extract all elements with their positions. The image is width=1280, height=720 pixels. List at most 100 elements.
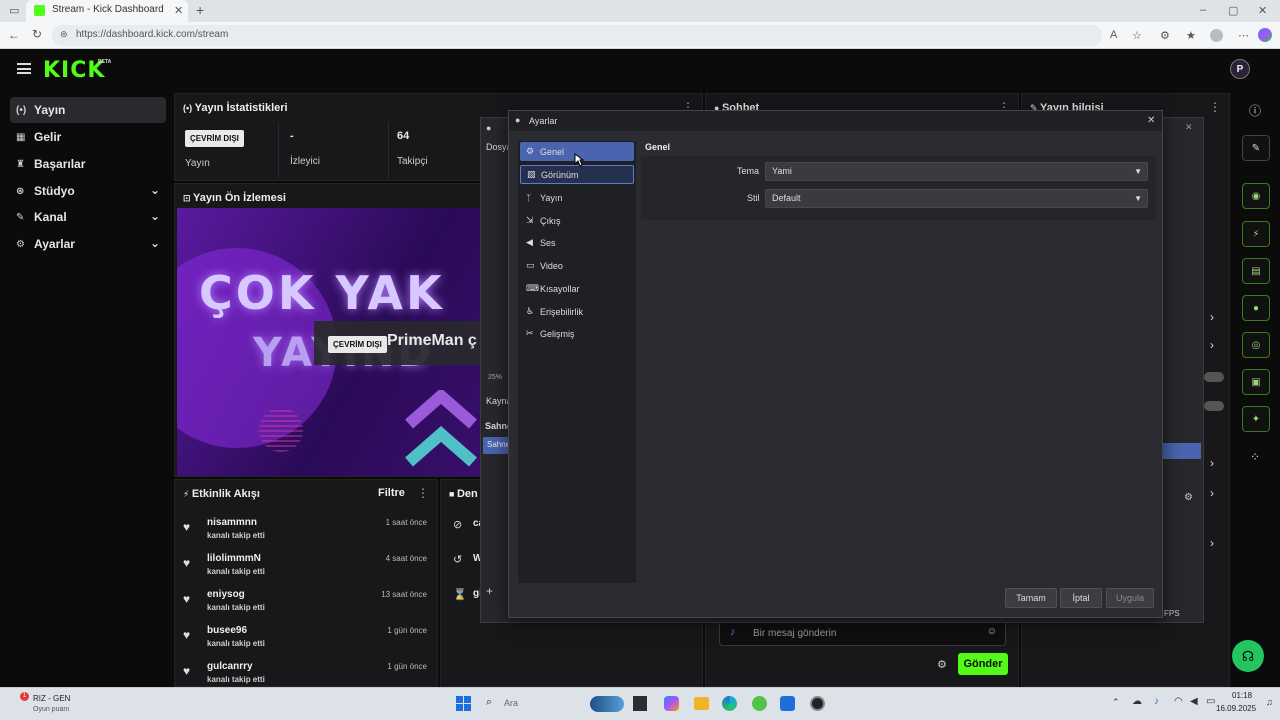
close-tab-icon[interactable]: ✕ [174, 4, 183, 17]
store-icon[interactable] [780, 696, 795, 711]
settings-dialog: ● Ayarlar ✕ ⚙ Genel ▧ Görünüm ᛉ Yayın ⇲ Çıkı… [508, 110, 1163, 618]
maximize-icon[interactable]: ▢ [1228, 4, 1238, 17]
user-avatar[interactable]: P [1230, 59, 1250, 79]
kick-logo[interactable]: KICK [43, 58, 105, 83]
sidebar-item-gelir[interactable]: ▦ Gelir [10, 124, 166, 150]
microphone-icon[interactable]: ♪ [1154, 696, 1159, 707]
copilot-taskbar-icon[interactable] [664, 696, 679, 711]
extensions-icon[interactable]: ⚙ [1160, 29, 1170, 42]
back-icon[interactable]: ← [8, 28, 20, 42]
profile-avatar-icon[interactable] [1210, 29, 1223, 42]
toggle-switch[interactable] [1204, 372, 1224, 382]
more-options-icon[interactable]: ⋮ [417, 486, 429, 500]
sidebar-item-basarilar[interactable]: ♜ Başarılar [10, 151, 166, 177]
help-headset-icon[interactable]: ☊ [1232, 640, 1264, 672]
cancel-button[interactable]: İptal [1060, 588, 1102, 608]
chat-input[interactable]: ♪ Bir mesaj gönderin ☺ [719, 620, 1006, 646]
filter-button[interactable]: Filtre [378, 487, 405, 499]
settings-nav-ses[interactable]: ◀ Ses [520, 233, 634, 252]
cloud-icon[interactable]: ☁ [1132, 696, 1142, 707]
toggle-switch[interactable] [1204, 401, 1224, 411]
close-icon[interactable]: ✕ [1147, 115, 1155, 126]
taskview-icon[interactable] [633, 696, 647, 711]
gear-icon[interactable]: ⚙ [1184, 492, 1193, 503]
reload-icon[interactable]: ↻ [32, 27, 42, 41]
chevron-right-icon[interactable]: › [1210, 310, 1214, 324]
edit-icon[interactable]: ✎ [1242, 135, 1270, 161]
hourglass-icon: ⌛ [453, 589, 467, 601]
hamburger-menu-icon[interactable] [17, 63, 31, 74]
layout-icon[interactable]: ▣ [1242, 369, 1270, 395]
edge-browser-icon[interactable] [722, 696, 737, 711]
more-options-icon[interactable]: ⋮ [1209, 100, 1221, 114]
chevron-right-icon[interactable]: › [1210, 536, 1214, 550]
settings-nav-cikis[interactable]: ⇲ Çıkış [520, 211, 634, 230]
copilot-icon[interactable] [1258, 28, 1272, 42]
address-bar[interactable]: ⊜ https://dashboard.kick.com/stream [52, 25, 1102, 46]
read-aloud-icon[interactable]: A [1110, 29, 1117, 41]
scene-item[interactable]: Sahne [483, 437, 510, 454]
settings-nav-video[interactable]: ▭ Video [520, 256, 634, 275]
event-user[interactable]: nisammnn [207, 517, 257, 528]
wrench-icon[interactable]: ✦ [1242, 406, 1270, 432]
event-user[interactable]: gulcanrry [207, 661, 253, 672]
file-explorer-icon[interactable] [694, 697, 709, 710]
start-windows-icon[interactable] [456, 696, 471, 711]
chevron-up-icon[interactable]: ⌃ [1112, 697, 1120, 708]
chat-bubble-icon[interactable]: ● [1242, 295, 1270, 321]
event-user[interactable]: busee96 [207, 625, 247, 636]
obs-taskbar-icon[interactable] [810, 696, 825, 711]
settings-nav-kisayollar[interactable]: ⌨ Kısayollar [520, 279, 634, 298]
new-tab-icon[interactable]: + [196, 2, 204, 18]
search-icon[interactable]: ⌕ [486, 696, 492, 709]
clock-time[interactable]: 01:18 [1232, 691, 1252, 700]
sidebar-item-studyo[interactable]: ⊛ Stüdyo ⌄ [10, 178, 166, 204]
settings-nav-gelismis[interactable]: ✂ Gelişmiş [520, 324, 634, 343]
settings-nav-gorunum[interactable]: ▧ Görünüm [520, 165, 634, 184]
taskbar-search[interactable]: Ara [504, 698, 518, 708]
bell-icon[interactable]: ♫ [1266, 697, 1273, 707]
event-user[interactable]: eniysog [207, 589, 245, 600]
chevron-right-icon[interactable]: › [1210, 338, 1214, 352]
chevron-right-icon[interactable]: › [1210, 486, 1214, 500]
event-user[interactable]: lilolimmmN [207, 553, 261, 564]
nodes-icon[interactable]: ⁘ [1250, 450, 1260, 464]
sidebar-item-yayin[interactable]: (•) Yayın [10, 97, 166, 123]
info-icon[interactable]: ⓘ [1249, 102, 1261, 119]
kick-app-icon[interactable] [752, 696, 767, 711]
settings-nav-erisebilirlik[interactable]: ♿ Erişebilirlik [520, 302, 634, 321]
favorites-icon[interactable]: ★ [1186, 29, 1196, 42]
more-menu-icon[interactable]: ⋯ [1238, 29, 1249, 42]
emoji-icon[interactable]: ☺ [987, 626, 997, 637]
search-highlight-icon[interactable] [590, 696, 624, 712]
style-select[interactable]: Default ▼ [765, 189, 1148, 208]
battery-icon[interactable]: ▭ [1206, 696, 1215, 707]
close-window-icon[interactable]: ✕ [1258, 4, 1267, 17]
apply-button[interactable]: Uygula [1106, 588, 1154, 608]
sidebar-item-kanal[interactable]: ✎ Kanal ⌄ [10, 204, 166, 230]
clock-date[interactable]: 16.09.2025 [1216, 704, 1256, 713]
browser-tab[interactable]: Stream - Kick Dashboard ✕ [26, 0, 188, 22]
add-scene-icon[interactable]: + [486, 584, 493, 598]
minimize-icon[interactable]: – [1200, 4, 1206, 16]
broadcast-icon[interactable]: ◎ [1242, 332, 1270, 358]
chevron-right-icon[interactable]: › [1210, 456, 1214, 470]
site-info-icon[interactable]: ⊜ [60, 29, 68, 40]
wifi-icon[interactable]: ◠ [1174, 696, 1183, 707]
favorite-star-icon[interactable]: ☆ [1132, 29, 1142, 42]
theme-select[interactable]: Yami ▼ [765, 162, 1148, 181]
obs-close-icon[interactable]: ✕ [1185, 122, 1193, 133]
obs-selected-row[interactable] [1163, 443, 1201, 459]
ok-button[interactable]: Tamam [1005, 588, 1057, 608]
settings-nav-yayin[interactable]: ᛉ Yayın [520, 188, 634, 207]
widget-title[interactable]: RIZ - GEN [33, 694, 70, 703]
chat-settings-icon[interactable]: ⚙ [937, 658, 947, 671]
document-icon[interactable]: ▤ [1242, 258, 1270, 284]
camera-icon[interactable]: ◉ [1242, 183, 1270, 209]
tab-actions-icon[interactable]: ▭ [9, 4, 19, 17]
volume-icon[interactable]: ◀ [1190, 696, 1198, 707]
microphone-icon[interactable]: ♪ [730, 626, 736, 638]
sidebar-item-ayarlar[interactable]: ⚙ Ayarlar ⌄ [10, 231, 166, 257]
send-button[interactable]: Gönder [958, 653, 1008, 675]
lightning-icon[interactable]: ⚡ [1242, 221, 1270, 247]
